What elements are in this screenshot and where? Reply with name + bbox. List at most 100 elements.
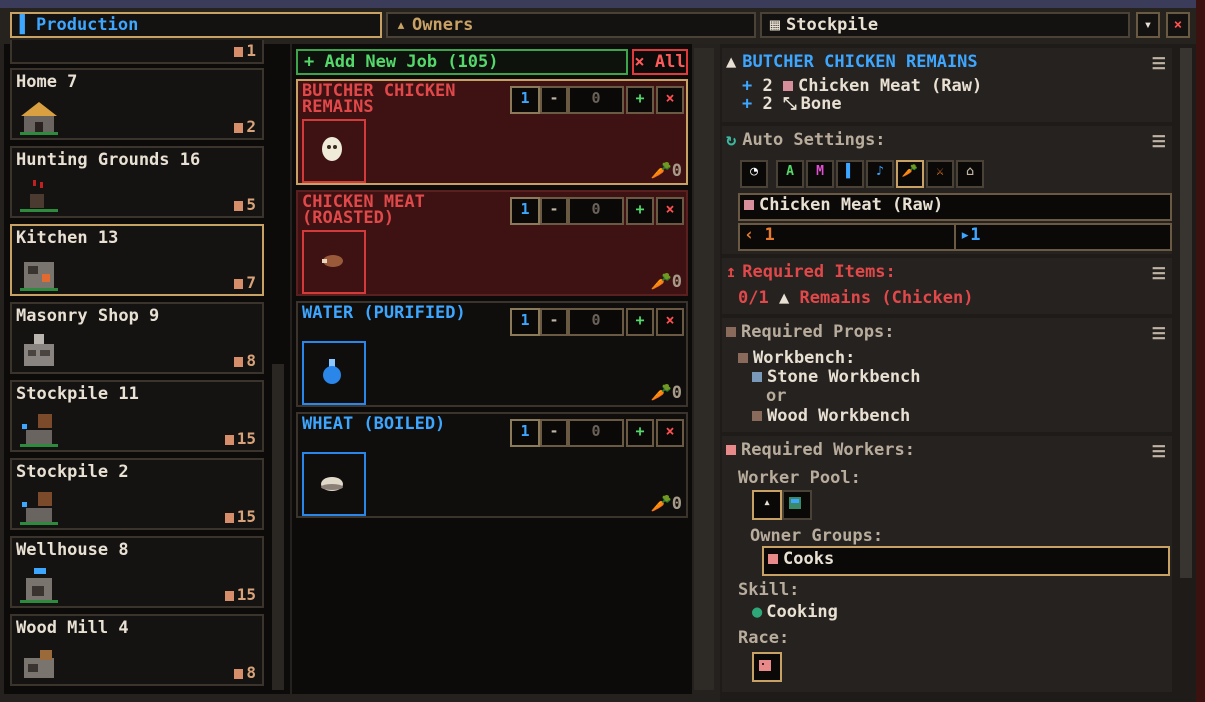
job-quantity[interactable]: 1 xyxy=(510,308,540,336)
job-count-field[interactable]: 0 xyxy=(568,86,624,114)
worker-pool-race-button[interactable] xyxy=(782,490,812,520)
stone-workbench-icon xyxy=(752,372,762,382)
output-item: + 2 ⤡ Bone xyxy=(742,94,842,114)
decrement-button[interactable]: - xyxy=(540,197,568,225)
close-button[interactable]: × xyxy=(1166,12,1190,38)
raw-meat-icon xyxy=(744,200,754,210)
job-quantity[interactable]: 1 xyxy=(510,419,540,447)
auto-item-selector[interactable]: Chicken Meat (Raw) xyxy=(738,193,1172,221)
job-card[interactable]: BUTCHER CHICKEN REMAINS 1 - 0 + × 🥕0 xyxy=(296,79,688,185)
increment-button[interactable]: + xyxy=(626,86,654,114)
workbench-icon xyxy=(738,353,748,363)
workshop-list-scrollbar[interactable] xyxy=(272,364,284,690)
decrement-button[interactable]: - xyxy=(540,86,568,114)
cook-icon xyxy=(768,554,778,564)
hunting-grounds-icon xyxy=(20,180,58,212)
job-quantity[interactable]: 1 xyxy=(510,86,540,114)
jobs-scrollbar[interactable] xyxy=(694,48,714,690)
workshop-item-kitchen[interactable]: Kitchen 13 7 xyxy=(10,224,264,296)
increment-button[interactable]: + xyxy=(626,197,654,225)
details-scrollbar[interactable] xyxy=(1180,48,1192,578)
worker-icon xyxy=(234,47,244,57)
top-strip xyxy=(0,0,1205,8)
worker-icon xyxy=(234,279,244,289)
roasted-meat-icon xyxy=(302,230,366,294)
auto-min-field[interactable]: ‹ 1 xyxy=(738,223,958,251)
workshop-item-masonry-shop[interactable]: Masonry Shop 9 8 xyxy=(10,302,264,374)
max-arrow-icon: ▸ xyxy=(960,225,971,245)
workshop-item-wood-mill[interactable]: Wood Mill 4 8 xyxy=(10,614,264,686)
crate-icon: ▦ xyxy=(769,15,781,35)
job-count-field[interactable]: 0 xyxy=(568,308,624,336)
decrement-button[interactable]: - xyxy=(540,308,568,336)
masonry-icon xyxy=(24,334,54,366)
increment-button[interactable]: + xyxy=(626,308,654,336)
job-card[interactable]: CHICKEN MEAT (ROASTED) 1 - 0 + × 🥕0 xyxy=(296,190,688,296)
collapse-button[interactable]: ▾ xyxy=(1136,12,1160,38)
close-icon: × xyxy=(1173,17,1183,33)
add-new-job-button[interactable]: + Add New Job (105) xyxy=(296,49,628,75)
worker-icon xyxy=(224,435,234,445)
owner-group-cooks[interactable]: Cooks xyxy=(762,546,1170,576)
workshop-item[interactable]: 1 xyxy=(10,40,264,64)
required-props-section: Required Props: ☰ Workbench: Stone Workb… xyxy=(722,318,1172,432)
job-count-field[interactable]: 0 xyxy=(568,197,624,225)
window-edge xyxy=(1196,0,1205,702)
globe-icon xyxy=(789,497,801,509)
decrement-button[interactable]: - xyxy=(540,419,568,447)
delete-job-button[interactable]: × xyxy=(656,308,684,336)
delete-job-button[interactable]: × xyxy=(656,419,684,447)
workshop-item-stockpile[interactable]: Stockpile 2 15 xyxy=(10,458,264,530)
required-icon: ↥ xyxy=(726,262,737,282)
menu-icon[interactable]: ☰ xyxy=(1152,132,1166,151)
workshop-item-wellhouse[interactable]: Wellhouse 8 15 xyxy=(10,536,264,608)
auto-a-button[interactable]: A xyxy=(776,160,804,188)
music-button[interactable]: ♪ xyxy=(866,160,894,188)
worker-icon xyxy=(234,357,244,367)
delete-job-button[interactable]: × xyxy=(656,86,684,114)
bone-icon: ⤡ xyxy=(783,94,797,114)
menu-icon[interactable]: ☰ xyxy=(1152,264,1166,283)
tab-owners[interactable]: ▴ Owners xyxy=(386,12,756,38)
carrot-icon: 🥕 xyxy=(650,494,672,514)
carrot-icon: 🥕 xyxy=(650,161,672,181)
collapse-icon: ▾ xyxy=(1143,17,1153,33)
person-icon: ▴ xyxy=(763,495,771,510)
increment-button[interactable]: + xyxy=(626,419,654,447)
job-card[interactable]: WATER (PURIFIED) 1 - 0 + × 🥕0 xyxy=(296,301,688,407)
menu-icon[interactable]: ☰ xyxy=(1152,442,1166,461)
workshop-item-home[interactable]: Home 7 2 xyxy=(10,68,264,140)
auto-max-field[interactable]: ▸1 xyxy=(954,223,1172,251)
auto-m-button[interactable]: M xyxy=(806,160,834,188)
carrot-icon: 🥕 xyxy=(650,272,672,292)
job-quantity[interactable]: 1 xyxy=(510,197,540,225)
home-button[interactable]: ⌂ xyxy=(956,160,984,188)
tab-stockpile[interactable]: ▦ Stockpile xyxy=(760,12,1130,38)
workshop-item-stockpile[interactable]: Stockpile 11 15 xyxy=(10,380,264,452)
tab-production[interactable]: ▌ Production xyxy=(10,12,382,38)
refresh-icon: ↻ xyxy=(726,130,737,150)
timer-button[interactable]: ◔ xyxy=(740,160,768,188)
race-button[interactable] xyxy=(752,652,782,682)
raw-meat-icon xyxy=(783,81,793,91)
house-icon xyxy=(20,102,58,135)
hammer-icon: ▌ xyxy=(19,15,31,35)
chicken-remains-icon xyxy=(302,119,366,183)
boiled-wheat-icon xyxy=(302,452,366,516)
job-card[interactable]: WHEAT (BOILED) 1 - 0 + × 🥕0 xyxy=(296,412,688,518)
weapon-button[interactable]: ⚔ xyxy=(926,160,954,188)
worker-pool-owners-button[interactable]: ▴ xyxy=(752,490,782,520)
kitchen-icon xyxy=(20,262,58,291)
remove-all-button[interactable]: × All xyxy=(632,49,688,75)
workshop-item-hunting-grounds[interactable]: Hunting Grounds 16 5 xyxy=(10,146,264,218)
delete-job-button[interactable]: × xyxy=(656,197,684,225)
required-items-section: ↥ Required Items: ☰ 0/1 ▲ Remains (Chicke… xyxy=(722,258,1172,314)
carrot-button[interactable]: 🥕 xyxy=(896,160,924,188)
menu-icon[interactable]: ☰ xyxy=(1152,54,1166,73)
cooking-skill-icon: ● xyxy=(752,602,763,622)
production-button[interactable]: ▌ xyxy=(836,160,864,188)
required-workers-section: Required Workers: ☰ Worker Pool: ▴ Owner… xyxy=(722,436,1172,692)
job-count-field[interactable]: 0 xyxy=(568,419,624,447)
menu-icon[interactable]: ☰ xyxy=(1152,324,1166,343)
workbench-icon xyxy=(726,327,736,337)
